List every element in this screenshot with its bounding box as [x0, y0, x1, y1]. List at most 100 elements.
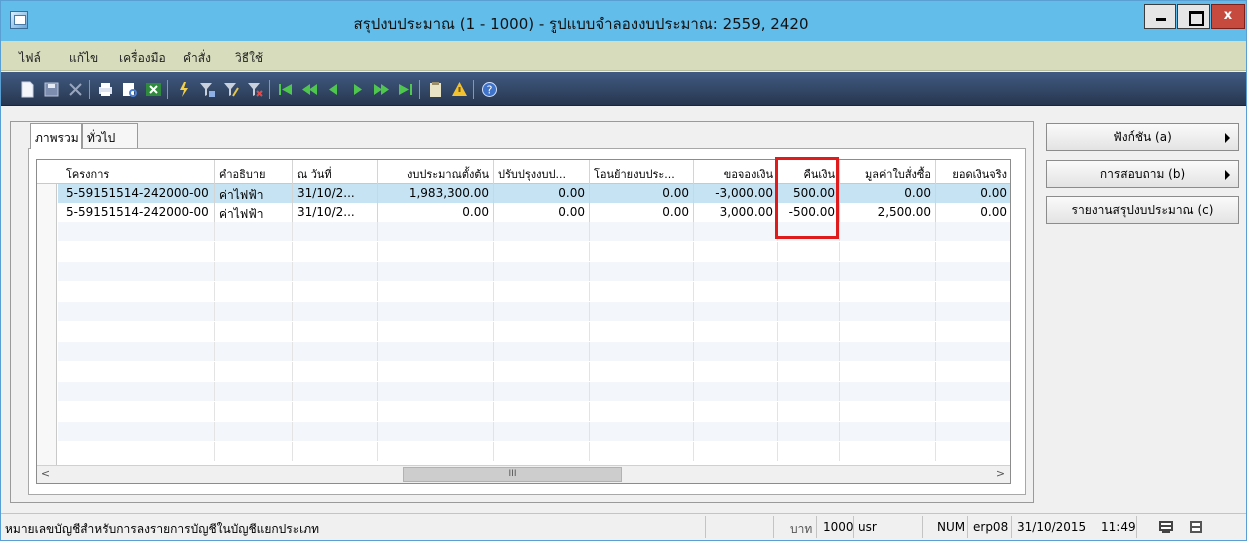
advanced-filter-icon[interactable] — [223, 81, 240, 98]
column-divider — [839, 422, 840, 441]
cell-as-of-date[interactable]: 31/10/2... — [293, 203, 378, 222]
column-divider — [292, 362, 293, 381]
cell-reservation[interactable]: 3,000.00 — [694, 203, 778, 222]
column-divider — [589, 362, 590, 381]
cell-as-of-date[interactable]: 31/10/2... — [293, 184, 378, 203]
table-row[interactable]: 5-59151514-242000-00 ค่าไฟฟ้า 31/10/2...… — [58, 203, 1010, 222]
cell-po-amount[interactable]: 2,500.00 — [840, 203, 936, 222]
column-divider — [935, 282, 936, 301]
scroll-right-button[interactable]: > — [992, 466, 1009, 483]
row-selector-column[interactable] — [37, 160, 57, 465]
empty-row — [58, 362, 1010, 381]
cell-original-budget[interactable]: 0.00 — [378, 203, 494, 222]
title-bar[interactable]: สรุปงบประมาณ (1 - 1000) - รูปแบบจำลองงบป… — [1, 1, 1246, 41]
budget-summary-report-button[interactable]: รายงานสรุปงบประมาณ (c) — [1046, 196, 1239, 224]
cell-original-budget[interactable]: 1,983,300.00 — [378, 184, 494, 203]
column-divider — [693, 442, 694, 461]
column-header-po-amount[interactable]: มูลค่าใบสั่งซื้อ — [840, 160, 936, 184]
maximize-button[interactable] — [1177, 4, 1210, 29]
attachment-icon[interactable] — [427, 81, 444, 98]
column-divider — [292, 382, 293, 401]
close-button[interactable]: x — [1211, 4, 1245, 29]
column-header-actual-amount[interactable]: ยอดเงินจริง — [936, 160, 1010, 184]
cell-description[interactable]: ค่าไฟฟ้า — [215, 203, 293, 222]
clear-filter-icon[interactable] — [247, 81, 264, 98]
excel-icon[interactable] — [145, 81, 162, 98]
column-divider — [214, 402, 215, 421]
cell-budget-transfer[interactable]: 0.00 — [590, 184, 694, 203]
inquiries-button[interactable]: การสอบถาม (b) — [1046, 160, 1239, 188]
column-divider — [693, 342, 694, 361]
minimize-button[interactable] — [1144, 4, 1176, 29]
column-header-budget-transfer[interactable]: โอนย้ายงบประ... — [590, 160, 694, 184]
tab-overview[interactable]: ภาพรวม — [30, 123, 82, 149]
column-divider — [589, 282, 590, 301]
column-header-budget-revision[interactable]: ปรับปรุงงบป... — [494, 160, 590, 184]
column-header-as-of-date[interactable]: ณ วันที่ — [293, 160, 378, 184]
alert-icon[interactable] — [451, 81, 468, 98]
status-user: usr — [858, 520, 877, 534]
menu-edit[interactable]: แก้ไข — [69, 49, 98, 68]
cell-project[interactable]: 5-59151514-242000-00 — [58, 184, 215, 203]
column-divider — [214, 342, 215, 361]
functions-button[interactable]: ฟังก์ชัน (a) — [1046, 123, 1239, 151]
document-handling-icon[interactable] — [1158, 520, 1174, 534]
status-separator — [967, 516, 968, 538]
menu-command[interactable]: คำสั่ง — [183, 49, 211, 68]
column-header-reservation[interactable]: ขอจองเงิน — [694, 160, 778, 184]
scroll-left-button[interactable]: < — [37, 466, 54, 483]
column-header-project[interactable]: โครงการ — [58, 160, 215, 184]
menu-help[interactable]: วิธีใช้ — [235, 49, 263, 68]
empty-row — [58, 302, 1010, 321]
menu-file[interactable]: ไฟล์ — [19, 49, 41, 68]
column-header-original-budget[interactable]: งบประมาณตั้งต้น — [378, 160, 494, 184]
help-icon[interactable]: ? — [481, 81, 498, 98]
column-divider — [377, 282, 378, 301]
tab-general[interactable]: ทั่วไป — [82, 123, 138, 149]
column-divider — [214, 302, 215, 321]
scroll-thumb[interactable]: III — [403, 467, 622, 482]
database-icon[interactable] — [1189, 520, 1203, 534]
cell-reservation[interactable]: -3,000.00 — [694, 184, 778, 203]
column-divider — [292, 422, 293, 441]
app-icon[interactable] — [10, 11, 28, 29]
menu-tools[interactable]: เครื่องมือ — [119, 49, 166, 68]
previous-page-icon[interactable] — [301, 81, 318, 98]
cell-description[interactable]: ค่าไฟฟ้า — [215, 184, 293, 203]
filter-by-selection-icon[interactable] — [199, 81, 216, 98]
previous-record-icon[interactable] — [325, 81, 342, 98]
print-icon[interactable] — [97, 81, 114, 98]
next-record-icon[interactable] — [349, 81, 366, 98]
cell-project[interactable]: 5-59151514-242000-00 — [58, 203, 215, 222]
column-divider — [839, 262, 840, 281]
column-divider — [493, 342, 494, 361]
next-page-icon[interactable] — [373, 81, 390, 98]
cell-po-amount[interactable]: 0.00 — [840, 184, 936, 203]
column-divider — [292, 262, 293, 281]
column-divider — [693, 402, 694, 421]
first-record-icon[interactable] — [277, 81, 294, 98]
status-company[interactable]: 1000 — [823, 520, 854, 534]
delete-icon[interactable] — [67, 81, 84, 98]
cell-budget-revision[interactable]: 0.00 — [494, 203, 590, 222]
filter-icon[interactable] — [175, 81, 192, 98]
save-icon[interactable] — [43, 81, 60, 98]
column-divider — [693, 282, 694, 301]
cell-budget-transfer[interactable]: 0.00 — [590, 203, 694, 222]
cell-budget-revision[interactable]: 0.00 — [494, 184, 590, 203]
status-currency[interactable]: บาท — [790, 520, 812, 539]
horizontal-scrollbar[interactable]: < III > — [37, 465, 1010, 483]
last-record-icon[interactable] — [397, 81, 414, 98]
column-divider — [589, 442, 590, 461]
column-divider — [839, 322, 840, 341]
column-divider — [214, 422, 215, 441]
table-row[interactable]: 5-59151514-242000-00 ค่าไฟฟ้า 31/10/2...… — [58, 184, 1010, 203]
status-separator — [816, 516, 817, 538]
cell-actual-amount[interactable]: 0.00 — [936, 184, 1010, 203]
column-divider — [493, 442, 494, 461]
column-header-description[interactable]: คำอธิบาย — [215, 160, 293, 184]
column-divider — [214, 362, 215, 381]
cell-actual-amount[interactable]: 0.00 — [936, 203, 1010, 222]
new-icon[interactable] — [19, 81, 36, 98]
print-preview-icon[interactable] — [121, 81, 138, 98]
